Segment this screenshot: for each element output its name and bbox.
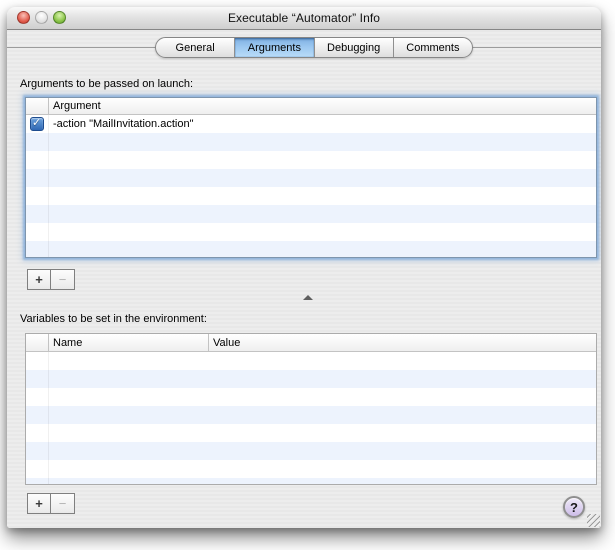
arguments-table[interactable]: Argument -action "MailInvitation.action"	[25, 97, 597, 258]
add-argument-button[interactable]: +	[27, 269, 51, 290]
column-separator	[48, 98, 49, 114]
variables-table-header[interactable]: Name Value	[26, 334, 596, 352]
help-button[interactable]: ?	[563, 496, 585, 518]
column-separator	[48, 334, 49, 351]
executable-info-window: Executable “Automator” Info General Argu…	[7, 7, 601, 528]
column-header-name[interactable]: Name	[53, 334, 82, 351]
tab-debugging[interactable]: Debugging	[315, 38, 394, 57]
add-variable-button[interactable]: +	[27, 493, 51, 514]
arguments-button-group: + −	[27, 269, 75, 290]
arguments-table-header[interactable]: Argument	[26, 98, 596, 115]
column-header-value[interactable]: Value	[213, 334, 240, 351]
tab-general[interactable]: General	[156, 38, 235, 57]
window-title: Executable “Automator” Info	[7, 11, 601, 25]
checkbox-column-line	[48, 115, 49, 257]
arguments-section-label: Arguments to be passed on launch:	[20, 78, 193, 90]
tab-bar: General Arguments Debugging Comments	[155, 37, 473, 58]
variables-table[interactable]: Name Value	[25, 333, 597, 485]
column-separator	[208, 334, 209, 351]
titlebar[interactable]: Executable “Automator” Info	[7, 7, 601, 30]
column-header-argument[interactable]: Argument	[53, 98, 101, 114]
variables-button-group: + −	[27, 493, 75, 514]
arguments-table-body[interactable]: -action "MailInvitation.action"	[26, 115, 596, 257]
tab-comments[interactable]: Comments	[394, 38, 472, 57]
collapse-chevron-icon[interactable]	[303, 295, 313, 300]
checkbox-column-line	[48, 352, 49, 484]
resize-grip[interactable]	[587, 514, 600, 527]
remove-argument-button[interactable]: −	[51, 269, 75, 290]
table-row[interactable]: -action "MailInvitation.action"	[26, 115, 596, 133]
argument-enabled-checkbox[interactable]	[30, 117, 44, 131]
remove-variable-button[interactable]: −	[51, 493, 75, 514]
argument-cell[interactable]: -action "MailInvitation.action"	[53, 115, 194, 133]
variables-table-body[interactable]	[26, 352, 596, 484]
variables-section-label: Variables to be set in the environment:	[20, 313, 207, 325]
tab-arguments[interactable]: Arguments	[235, 38, 314, 57]
